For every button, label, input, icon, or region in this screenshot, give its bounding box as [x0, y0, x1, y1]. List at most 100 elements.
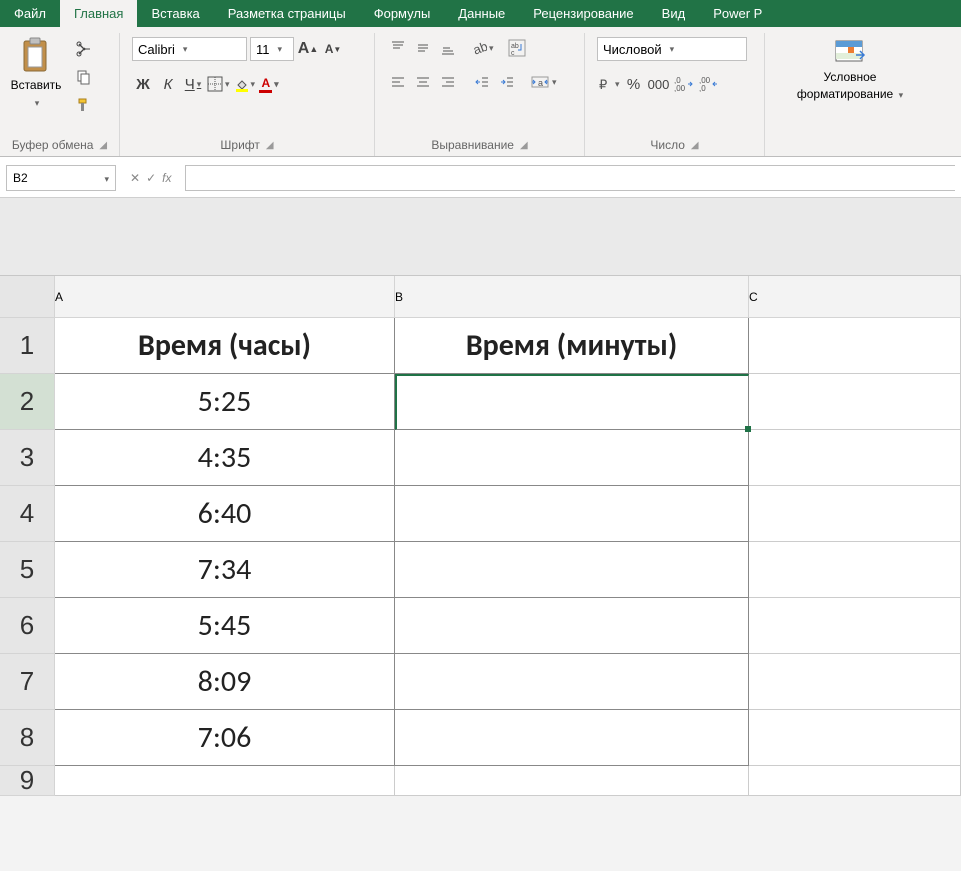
- cell-a6[interactable]: 5:45: [55, 598, 395, 654]
- cell-c8[interactable]: [749, 710, 961, 766]
- align-right-button[interactable]: [437, 71, 459, 93]
- paste-label: Вставить: [11, 79, 62, 92]
- bold-button[interactable]: Ж: [132, 73, 154, 95]
- paste-button[interactable]: Вставить: [6, 33, 66, 109]
- row-header-8[interactable]: 8: [0, 710, 55, 766]
- increase-decimal-button[interactable]: ,0,00: [673, 73, 695, 95]
- tab-page-layout[interactable]: Разметка страницы: [214, 0, 360, 27]
- increase-font-button[interactable]: A▲: [297, 38, 319, 60]
- merge-icon: a: [530, 74, 550, 90]
- enter-formula-icon[interactable]: ✓: [146, 171, 156, 185]
- cell-b4[interactable]: [395, 486, 749, 542]
- accounting-format-button[interactable]: ₽: [597, 73, 620, 95]
- row-header-9[interactable]: 9: [0, 766, 55, 796]
- cell-a7[interactable]: 8:09: [55, 654, 395, 710]
- cut-button[interactable]: [72, 37, 96, 61]
- cell-a1[interactable]: Время (часы): [55, 318, 395, 374]
- cell-a2[interactable]: 5:25: [55, 374, 395, 430]
- wrap-text-button[interactable]: abc: [506, 37, 528, 59]
- cell-c4[interactable]: [749, 486, 961, 542]
- row-header-2[interactable]: 2: [0, 374, 55, 430]
- tab-formulas[interactable]: Формулы: [360, 0, 445, 27]
- tab-review[interactable]: Рецензирование: [519, 0, 647, 27]
- italic-button[interactable]: К: [157, 73, 179, 95]
- row-header-7[interactable]: 7: [0, 654, 55, 710]
- svg-text:,00: ,00: [674, 84, 686, 92]
- formula-bar-expanded-area: [0, 198, 961, 276]
- align-middle-button[interactable]: [412, 37, 434, 59]
- cell-c1[interactable]: [749, 318, 961, 374]
- cell-c6[interactable]: [749, 598, 961, 654]
- fx-icon[interactable]: fx: [162, 171, 171, 185]
- increase-indent-icon: [499, 74, 515, 90]
- cell-a4[interactable]: 6:40: [55, 486, 395, 542]
- merge-center-button[interactable]: a: [530, 71, 557, 93]
- cell-c3[interactable]: [749, 430, 961, 486]
- alignment-dialog-launcher-icon[interactable]: ◢: [520, 140, 528, 151]
- font-dialog-launcher-icon[interactable]: ◢: [266, 140, 274, 151]
- cell-b1[interactable]: Время (минуты): [395, 318, 749, 374]
- align-top-button[interactable]: [387, 37, 409, 59]
- align-bottom-button[interactable]: [437, 37, 459, 59]
- cancel-formula-icon[interactable]: ✕: [130, 171, 140, 185]
- row-header-4[interactable]: 4: [0, 486, 55, 542]
- cell-a9[interactable]: [55, 766, 395, 796]
- tab-file[interactable]: Файл: [0, 0, 60, 27]
- cell-c7[interactable]: [749, 654, 961, 710]
- column-header-a[interactable]: A: [55, 276, 395, 318]
- column-header-b[interactable]: B: [395, 276, 749, 318]
- row-header-6[interactable]: 6: [0, 598, 55, 654]
- group-number: Числовой ₽ % 000 ,0,00 ,00,0 Число ◢: [585, 33, 765, 156]
- cell-c5[interactable]: [749, 542, 961, 598]
- tab-home[interactable]: Главная: [60, 0, 137, 27]
- svg-text:ab: ab: [511, 43, 519, 50]
- cell-b9[interactable]: [395, 766, 749, 796]
- cell-b5[interactable]: [395, 542, 749, 598]
- cell-c2[interactable]: [749, 374, 961, 430]
- name-box[interactable]: B2: [6, 165, 116, 191]
- cell-a8[interactable]: 7:06: [55, 710, 395, 766]
- borders-button[interactable]: [207, 73, 230, 95]
- increase-indent-button[interactable]: [496, 71, 518, 93]
- cell-b6[interactable]: [395, 598, 749, 654]
- cell-b8[interactable]: [395, 710, 749, 766]
- tab-view[interactable]: Вид: [648, 0, 700, 27]
- comma-format-button[interactable]: 000: [648, 73, 670, 95]
- row-header-1[interactable]: 1: [0, 318, 55, 374]
- align-left-button[interactable]: [387, 71, 409, 93]
- orientation-button[interactable]: ab: [471, 37, 494, 59]
- cell-b3[interactable]: [395, 430, 749, 486]
- group-alignment-label: Выравнивание ◢: [381, 136, 578, 156]
- select-all-corner[interactable]: [0, 276, 55, 318]
- percent-format-button[interactable]: %: [623, 73, 645, 95]
- cell-a3[interactable]: 4:35: [55, 430, 395, 486]
- conditional-formatting-button[interactable]: Условное форматирование: [789, 33, 911, 101]
- number-format-dropdown[interactable]: Числовой: [597, 37, 747, 61]
- tab-insert[interactable]: Вставка: [137, 0, 213, 27]
- row-header-3[interactable]: 3: [0, 430, 55, 486]
- font-size-dropdown[interactable]: 11: [250, 37, 294, 61]
- font-color-button[interactable]: А: [258, 73, 280, 95]
- row-header-5[interactable]: 5: [0, 542, 55, 598]
- format-painter-button[interactable]: [72, 93, 96, 117]
- align-center-button[interactable]: [412, 71, 434, 93]
- formula-input[interactable]: [185, 165, 955, 191]
- decrease-font-button[interactable]: A▼: [322, 38, 344, 60]
- svg-text:c: c: [511, 50, 515, 57]
- decrease-decimal-button[interactable]: ,00,0: [698, 73, 720, 95]
- decrease-indent-button[interactable]: [471, 71, 493, 93]
- underline-button[interactable]: Ч: [182, 73, 204, 95]
- copy-button[interactable]: [72, 65, 96, 89]
- cell-a5[interactable]: 7:34: [55, 542, 395, 598]
- cell-b2[interactable]: [395, 374, 749, 430]
- tab-data[interactable]: Данные: [444, 0, 519, 27]
- tab-powerpivot[interactable]: Power P: [699, 0, 776, 27]
- cell-c9[interactable]: [749, 766, 961, 796]
- clipboard-dialog-launcher-icon[interactable]: ◢: [99, 140, 107, 151]
- name-box-value: B2: [13, 171, 28, 185]
- number-dialog-launcher-icon[interactable]: ◢: [691, 140, 699, 151]
- fill-color-button[interactable]: [233, 73, 256, 95]
- column-header-c[interactable]: C: [749, 276, 961, 318]
- cell-b7[interactable]: [395, 654, 749, 710]
- font-name-dropdown[interactable]: Calibri: [132, 37, 247, 61]
